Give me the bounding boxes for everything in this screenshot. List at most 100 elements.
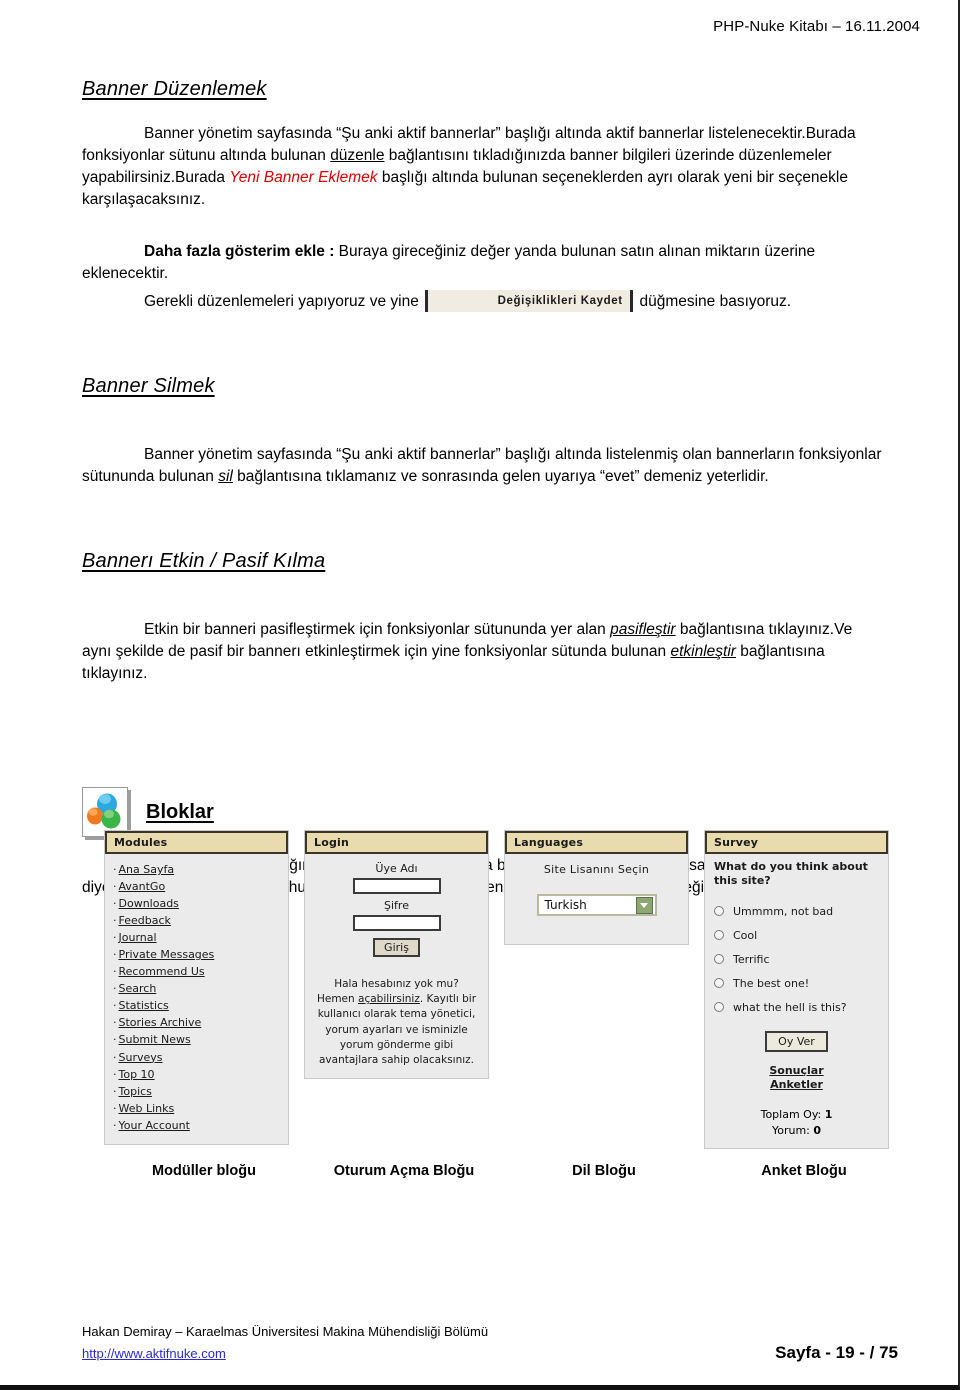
block-col-modules: Modules Ana Sayfa AvantGo Downloads Feed… xyxy=(104,830,304,1149)
list-item[interactable]: Search xyxy=(113,980,280,997)
username-input[interactable] xyxy=(352,878,441,894)
modules-link[interactable]: Private Messages xyxy=(119,948,215,961)
modules-link[interactable]: Statistics xyxy=(119,999,169,1012)
radio-icon[interactable] xyxy=(714,930,724,941)
survey-option-label: Ummmm, not bad xyxy=(733,904,834,918)
survey-button-wrap: Oy Ver xyxy=(714,1030,879,1052)
list-item[interactable]: Downloads xyxy=(113,895,280,912)
modules-link[interactable]: Web Links xyxy=(119,1102,175,1115)
modules-link[interactable]: Journal xyxy=(119,931,157,944)
text-toggle-p1a: Etkin bir banneri pasifleştirmek için fo… xyxy=(144,621,611,639)
survey-option[interactable]: what the hell is this? xyxy=(714,1001,879,1014)
survey-question: What do you think about this site? xyxy=(714,860,868,888)
list-item[interactable]: Feedback xyxy=(113,912,280,929)
modules-link[interactable]: Ana Sayfa xyxy=(119,863,175,876)
list-item[interactable]: Web Links xyxy=(113,1100,280,1117)
caption-login: Oturum Açma Bloğu xyxy=(333,1163,475,1179)
survey-comment-label: Yorum: xyxy=(771,1123,810,1137)
password-input[interactable] xyxy=(352,915,441,931)
paragraph-save-instruction: Gerekli düzenlemeleri yapıyoruz ve yine … xyxy=(82,290,882,313)
modules-link[interactable]: Stories Archive xyxy=(119,1016,202,1029)
list-item[interactable]: AvantGo xyxy=(113,878,280,895)
list-item[interactable]: Journal xyxy=(113,929,280,946)
paragraph-toggle: Etkin bir banneri pasifleştirmek için fo… xyxy=(82,619,882,685)
link-pasiflestir[interactable]: pasifleştir xyxy=(610,621,675,638)
survey-option-label: what the hell is this? xyxy=(733,1000,847,1014)
login-block: Login Üye Adı Şifre Giriş Hala hesabınız… xyxy=(304,830,489,1080)
modules-link[interactable]: AvantGo xyxy=(119,880,166,893)
list-item[interactable]: Top 10 xyxy=(113,1066,280,1083)
document-footer: Hakan Demiray – Karaelmas Üniversitesi M… xyxy=(82,1324,898,1363)
link-etkinlestir[interactable]: etkinleştir xyxy=(670,643,735,660)
survey-option[interactable]: Terrific xyxy=(714,953,879,966)
paragraph-more-impressions: Daha fazla gösterim ekle : Buraya girece… xyxy=(82,241,882,285)
footer-url-link[interactable]: http://www.aktifnuke.com xyxy=(82,1346,226,1361)
radio-icon[interactable] xyxy=(714,906,724,917)
radio-icon[interactable] xyxy=(714,954,724,965)
chevron-down-icon[interactable] xyxy=(635,896,653,914)
vote-button[interactable]: Oy Ver xyxy=(765,1030,828,1052)
language-select[interactable]: Turkish xyxy=(536,894,657,916)
list-item[interactable]: Surveys xyxy=(113,1049,280,1066)
list-item[interactable]: Submit News xyxy=(113,1031,280,1048)
survey-block: Survey What do you think about this site… xyxy=(704,830,889,1150)
login-block-title: Login xyxy=(305,831,488,854)
languages-block-body: Site Lisanını Seçin Turkish xyxy=(505,854,688,944)
modules-link[interactable]: Surveys xyxy=(119,1051,163,1064)
login-block-body: Üye Adı Şifre Giriş Hala hesabınız yok m… xyxy=(305,854,488,1078)
list-item[interactable]: Statistics xyxy=(113,997,280,1014)
block-col-survey: Survey What do you think about this site… xyxy=(704,830,904,1150)
link-acabilirsiniz[interactable]: açabilirsiniz xyxy=(358,993,420,1005)
survey-comment-count: Yorum: 0 xyxy=(714,1123,879,1138)
survey-option[interactable]: Ummmm, not bad xyxy=(714,905,879,918)
caption-modules: Modüller bloğu xyxy=(152,1163,256,1179)
text-edit-p3b: düğmesine basıyoruz. xyxy=(639,293,792,311)
survey-block-body: What do you think about this site? Ummmm… xyxy=(705,854,888,1148)
link-duzenle[interactable]: düzenle xyxy=(330,147,384,164)
languages-block-title: Languages xyxy=(505,831,688,854)
modules-link[interactable]: Recommend Us xyxy=(119,965,205,978)
nuke-blocks-row: Modules Ana Sayfa AvantGo Downloads Feed… xyxy=(104,830,904,1150)
list-item[interactable]: Ana Sayfa xyxy=(113,861,280,878)
block-captions: Modüller bloğu Oturum Açma Bloğu Dil Blo… xyxy=(104,1163,904,1179)
survey-option-label: Cool xyxy=(733,928,758,942)
list-item[interactable]: Stories Archive xyxy=(113,1014,280,1031)
list-item[interactable]: Private Messages xyxy=(113,946,280,963)
modules-link[interactable]: Downloads xyxy=(119,897,179,910)
survey-total-votes: Toplam Oy: 1 xyxy=(714,1107,879,1122)
link-sil[interactable]: sil xyxy=(218,468,233,485)
list-item[interactable]: Topics xyxy=(113,1083,280,1100)
list-item[interactable]: Recommend Us xyxy=(113,963,280,980)
languages-block: Languages Site Lisanını Seçin Turkish xyxy=(504,830,689,945)
modules-link[interactable]: Topics xyxy=(119,1085,152,1098)
section-title-toggle: Bannerı Etkin / Pasif Kılma xyxy=(82,550,326,573)
modules-link[interactable]: Feedback xyxy=(119,914,171,927)
radio-icon[interactable] xyxy=(714,1002,724,1013)
section-title-bloklar: Bloklar xyxy=(146,800,214,823)
survey-option-label: Terrific xyxy=(733,952,770,966)
modules-link[interactable]: Your Account xyxy=(119,1119,190,1132)
link-anketler[interactable]: Anketler xyxy=(714,1078,879,1093)
link-sonuclar[interactable]: Sonuçlar xyxy=(714,1064,879,1079)
modules-block: Modules Ana Sayfa AvantGo Downloads Feed… xyxy=(104,830,289,1145)
login-submit-button[interactable]: Giriş xyxy=(373,938,420,957)
survey-option[interactable]: Cool xyxy=(714,929,879,942)
language-select-label: Site Lisanını Seçin xyxy=(543,863,650,876)
caption-languages: Dil Bloğu xyxy=(572,1163,636,1179)
login-note: Hala hesabınız yok mu? Hemen açabilirsin… xyxy=(313,967,480,1068)
caption-survey: Anket Bloğu xyxy=(761,1163,847,1179)
modules-link[interactable]: Submit News xyxy=(119,1033,191,1046)
footer-author: Hakan Demiray – Karaelmas Üniversitesi M… xyxy=(82,1324,489,1339)
modules-block-body: Ana Sayfa AvantGo Downloads Feedback Jou… xyxy=(105,854,288,1144)
survey-option-label: The best one! xyxy=(733,976,810,990)
survey-total-label: Toplam Oy: xyxy=(760,1108,822,1122)
degisiklikleri-kaydet-button[interactable]: Değişiklikleri Kaydet xyxy=(425,290,634,312)
modules-link[interactable]: Search xyxy=(119,982,157,995)
document-page: PHP-Nuke Kitabı – 16.11.2004 Banner Düze… xyxy=(0,0,960,1390)
text-yeni-banner-eklemek: Yeni Banner Eklemek xyxy=(229,169,378,186)
list-item[interactable]: Your Account xyxy=(113,1117,280,1134)
language-select-value: Turkish xyxy=(544,898,587,912)
radio-icon[interactable] xyxy=(714,978,724,989)
modules-link[interactable]: Top 10 xyxy=(119,1068,155,1081)
survey-option[interactable]: The best one! xyxy=(714,977,879,990)
